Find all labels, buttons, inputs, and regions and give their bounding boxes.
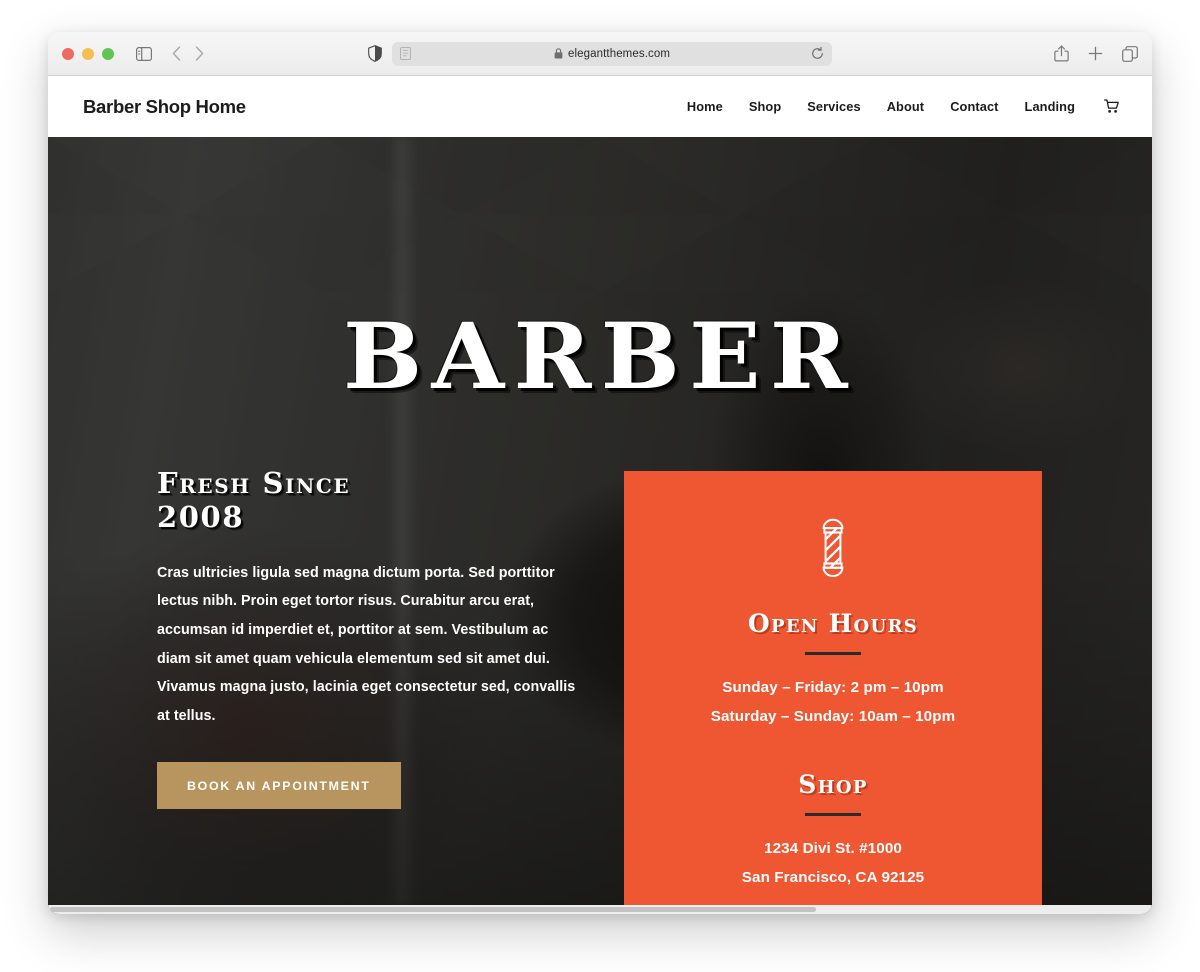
hours-line-2: Saturday – Sunday: 10am – 10pm xyxy=(710,707,956,725)
toolbar-right-icons xyxy=(1054,45,1138,62)
nav-item-services[interactable]: Services xyxy=(807,99,860,114)
scrollbar-thumb[interactable] xyxy=(50,907,816,912)
sidebar-icon[interactable] xyxy=(136,46,152,61)
tab-overview-icon[interactable] xyxy=(1122,45,1138,62)
zoom-window-button[interactable] xyxy=(102,47,114,60)
forward-arrow-icon[interactable] xyxy=(195,46,204,61)
hero-subheading-line2: 2008 xyxy=(157,499,245,534)
horizontal-scrollbar[interactable] xyxy=(48,905,1152,914)
hero-subheading-line1: Fresh Since xyxy=(157,466,351,500)
nav-item-contact[interactable]: Contact xyxy=(950,99,998,114)
new-tab-icon[interactable] xyxy=(1088,46,1103,61)
url-text: elegantthemes.com xyxy=(567,47,671,60)
minimize-window-button[interactable] xyxy=(82,47,94,60)
open-hours-divider xyxy=(805,652,861,655)
browser-toolbar: elegantthemes.com xyxy=(48,32,1152,76)
shield-icon[interactable] xyxy=(368,45,382,62)
book-appointment-button[interactable]: BOOK AN APPOINTMENT xyxy=(157,762,401,810)
primary-navigation: Home Shop Services About Contact Landing xyxy=(687,99,1120,114)
hours-line-1: Sunday – Friday: 2 pm – 10pm xyxy=(722,679,944,696)
site-header: Barber Shop Home Home Shop Services Abou… xyxy=(48,76,1152,137)
lock-icon xyxy=(554,48,563,59)
address-bar-group: elegantthemes.com xyxy=(368,41,832,66)
address-line-2: San Francisco, CA 92125 xyxy=(741,868,925,886)
site-brand[interactable]: Barber Shop Home xyxy=(83,96,246,118)
nav-item-home[interactable]: Home xyxy=(687,99,723,114)
hero-title: BARBER xyxy=(342,304,858,410)
desktop-backdrop: elegantthemes.com Barber Shop Home Home … xyxy=(0,0,1200,972)
barber-pole-icon xyxy=(822,518,844,577)
shopping-cart-icon[interactable] xyxy=(1104,99,1120,114)
safari-browser-window: elegantthemes.com Barber Shop Home Home … xyxy=(48,32,1152,914)
window-traffic-lights xyxy=(62,47,114,60)
address-line-1: 1234 Divi St. #1000 xyxy=(764,839,902,857)
reload-icon[interactable] xyxy=(811,47,824,60)
back-arrow-icon[interactable] xyxy=(172,46,181,61)
hero-section: BARBER Fresh Since 2008 Cras ultricies l… xyxy=(48,137,1152,906)
hero-text-column: Fresh Since 2008 Cras ultricies ligula s… xyxy=(157,466,582,810)
info-card: Open Hours Sunday – Friday: 2 pm – 10pm … xyxy=(624,471,1042,906)
hero-content: BARBER Fresh Since 2008 Cras ultricies l… xyxy=(48,137,1152,906)
url-bar[interactable]: elegantthemes.com xyxy=(392,41,832,66)
reader-mode-icon[interactable] xyxy=(400,47,411,60)
card-spacer xyxy=(654,732,1012,770)
nav-item-landing[interactable]: Landing xyxy=(1025,99,1075,114)
nav-item-about[interactable]: About xyxy=(887,99,924,114)
barber-pole-icon-wrapper xyxy=(654,515,1012,581)
nav-item-shop[interactable]: Shop xyxy=(749,99,781,114)
open-hours-heading: Open Hours xyxy=(747,609,919,638)
share-icon[interactable] xyxy=(1054,45,1069,62)
page-viewport: Barber Shop Home Home Shop Services Abou… xyxy=(48,76,1152,914)
url-display: elegantthemes.com xyxy=(392,48,832,60)
close-window-button[interactable] xyxy=(62,47,74,60)
shop-heading: Shop xyxy=(798,769,868,799)
hero-body-text: Cras ultricies ligula sed magna dictum p… xyxy=(157,564,576,724)
navigation-arrows xyxy=(172,46,204,61)
hero-subheading: Fresh Since 2008 xyxy=(157,466,582,535)
shop-divider xyxy=(805,812,861,816)
